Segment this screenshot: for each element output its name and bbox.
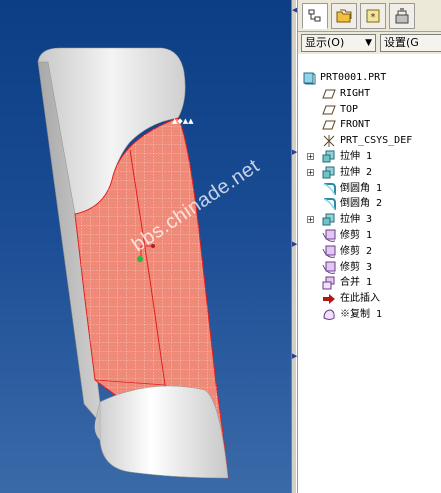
tree-item[interactable]: 在此插入 [298,291,441,307]
navigator-toolbar: 显示(O) ▼ 设置(G [298,32,441,54]
datum-plane-icon [322,103,336,117]
connections-icon [395,8,409,24]
tab-folder-browser[interactable] [331,3,357,29]
tree-item-label: RIGHT [340,87,371,99]
tab-model-tree[interactable] [302,3,328,29]
tab-connections[interactable] [389,3,415,29]
tree-item[interactable]: 倒圆角 2 [298,196,441,212]
round-icon [322,197,336,211]
tree-item-label: PRT_CSYS_DEF [340,135,413,147]
expand-icon[interactable]: + [307,168,314,176]
tree-item[interactable]: + 拉伸 1 [298,149,441,165]
round-icon [322,182,336,196]
model-viewport[interactable]: ▲◆▲▲ bbs.chinade.net [0,0,291,493]
tree-item-label: 倒圆角 2 [340,198,383,210]
tree-item-label: 修剪 3 [340,261,373,273]
tree-item-label: 拉伸 1 [340,151,373,162]
tree-item[interactable]: + 拉伸 3 [298,212,441,228]
navigator-panel: * 显示(O) ▼ 设置(G PRT0001.PRT RIGHT TOP FRONT P… [297,0,441,493]
show-dropdown[interactable]: 显示(O) ▼ [301,34,376,52]
favorites-icon: * [366,9,380,23]
tree-item-label: TOP [340,103,359,115]
navigator-tabbar: * [298,0,441,32]
tree-item-label: ※复制 1 [340,309,383,320]
tree-item-label: 合并 1 [340,277,373,289]
trim-icon [322,261,336,275]
tree-item[interactable]: TOP [298,102,441,118]
trim-icon [322,229,336,243]
tree-item-label: 拉伸 2 [340,166,373,178]
tree-item-label: 拉伸 3 [340,214,373,226]
expand-icon[interactable]: + [307,153,314,161]
extrude-icon [322,150,336,164]
tree-item-label: FRONT [340,119,371,131]
expand-icon[interactable]: + [307,216,314,224]
tree-item-label: 倒圆角 1 [340,182,383,194]
insert-here-arrow-icon [322,292,336,306]
tree-item-label: 在此插入 [340,293,380,305]
svg-text:*: * [371,12,376,23]
tree-item[interactable]: RIGHT [298,86,441,102]
tree-item[interactable]: 修剪 2 [298,244,441,260]
datum-plane-icon [322,87,336,101]
folder-browser-icon [336,9,352,23]
extrude-icon [322,166,336,180]
tree-item[interactable]: + 拉伸 2 [298,165,441,181]
csys-icon [322,134,336,148]
part-icon [302,71,316,85]
tree-item[interactable]: PRT0001.PRT [298,70,441,86]
settings-dropdown-label: 设置(G [384,36,419,49]
tab-favorites[interactable]: * [360,3,386,29]
surface-tag-label: ▲◆▲▲ [172,117,194,125]
extrude-icon [322,213,336,227]
tree-item[interactable]: 倒圆角 1 [298,181,441,197]
tree-item[interactable]: 修剪 1 [298,228,441,244]
tree-item[interactable]: 合并 1 [298,275,441,291]
tree-item-label: PRT0001.PRT [320,72,387,83]
copy-surface-icon [322,308,336,322]
show-dropdown-label: 显示(O) [305,36,345,49]
tree-item[interactable]: FRONT [298,117,441,133]
body-bottom-face [99,385,229,479]
tree-item-label: 修剪 1 [340,230,373,241]
tree-item-label: 修剪 2 [340,245,373,257]
tree-item[interactable]: ※复制 1 [298,307,441,323]
merge-icon [322,276,336,290]
model-tree-icon [308,9,321,22]
tree-item[interactable]: PRT_CSYS_DEF [298,133,441,149]
tree-item[interactable]: 修剪 3 [298,260,441,276]
settings-dropdown[interactable]: 设置(G [380,34,441,52]
trim-icon [322,245,336,259]
datum-plane-icon [322,118,336,132]
chevron-down-icon: ▼ [365,38,372,48]
